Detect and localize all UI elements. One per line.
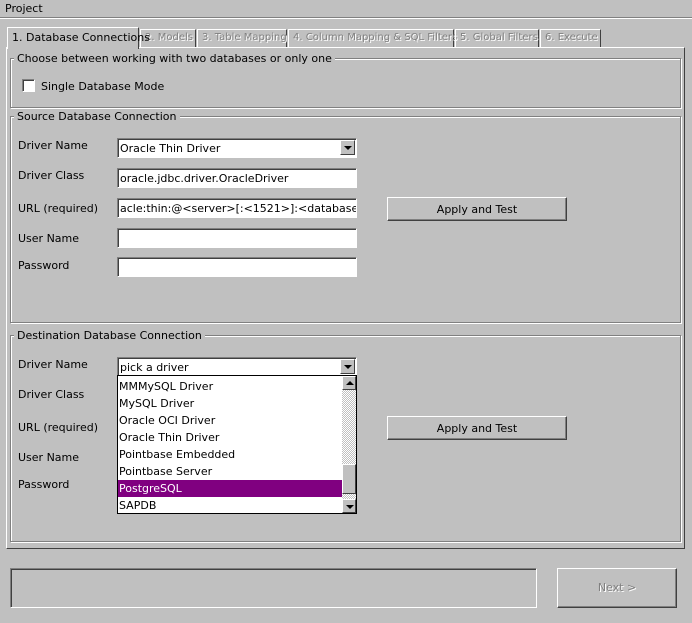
source-user-name-label: User Name: [18, 232, 80, 245]
destination-driver-name-label: Driver Name: [18, 358, 88, 371]
dropdown-option-pointbase-server[interactable]: Pointbase Server: [118, 463, 343, 480]
destination-driver-name-value: pick a driver: [120, 361, 189, 374]
source-driver-dropdown-button[interactable]: [340, 140, 355, 155]
destination-driver-name-select[interactable]: pick a driver: [117, 357, 357, 377]
single-database-mode-checkbox[interactable]: [22, 79, 35, 92]
tab-execute[interactable]: 6. Execute: [540, 29, 601, 48]
dropdown-option-oracle-oci-driver[interactable]: Oracle OCI Driver: [118, 412, 343, 429]
status-message-field: [10, 568, 537, 608]
destination-password-label: Password: [18, 478, 70, 491]
destination-driver-class-label: Driver Class: [18, 388, 85, 401]
dropdown-option-postgresql[interactable]: PostgreSQL: [118, 480, 343, 497]
chevron-up-icon: [346, 381, 354, 385]
dropdown-option-oracle-thin-driver[interactable]: Oracle Thin Driver: [118, 429, 343, 446]
menu-bar-divider: [0, 18, 692, 19]
source-driver-class-field[interactable]: oracle.jdbc.driver.OracleDriver: [117, 168, 357, 188]
scroll-up-button[interactable]: [342, 376, 356, 390]
destination-driver-dropdown-button[interactable]: [340, 359, 355, 374]
scroll-down-button[interactable]: [342, 499, 356, 513]
database-mode-group-title: Choose between working with two database…: [14, 52, 335, 65]
source-user-name-field[interactable]: [117, 228, 357, 248]
chevron-down-icon: [344, 146, 352, 150]
destination-user-name-label: User Name: [18, 451, 80, 464]
next-button[interactable]: Next >: [557, 568, 677, 608]
source-apply-and-test-button[interactable]: Apply and Test: [387, 197, 567, 221]
source-driver-name-select[interactable]: Oracle Thin Driver: [117, 138, 357, 158]
dropdown-option-mysql-driver[interactable]: MySQL Driver: [118, 395, 343, 412]
menu-bar: Project: [0, 0, 692, 18]
chevron-down-icon: [344, 365, 352, 369]
scrollbar-thumb[interactable]: [342, 464, 356, 494]
source-driver-name-value: Oracle Thin Driver: [120, 142, 221, 155]
source-driver-class-label: Driver Class: [18, 169, 85, 182]
source-connection-title: Source Database Connection: [14, 110, 180, 123]
destination-connection-title: Destination Database Connection: [14, 329, 205, 342]
source-url-field[interactable]: acle:thin:@<server>[:<1521>]:<database_n…: [117, 198, 357, 218]
tab-table-mapping[interactable]: 3. Table Mapping: [197, 29, 287, 48]
tab-database-connections[interactable]: 1. Database Connections: [7, 27, 150, 49]
dropdown-option-mmmysql-driver[interactable]: MMMySQL Driver: [118, 378, 343, 395]
source-url-label: URL (required): [18, 202, 98, 215]
dropdown-scrollbar[interactable]: [342, 376, 356, 513]
source-password-label: Password: [18, 259, 70, 272]
source-driver-name-label: Driver Name: [18, 139, 88, 152]
destination-apply-and-test-button[interactable]: Apply and Test: [387, 416, 567, 440]
dropdown-option-pointbase-embedded[interactable]: Pointbase Embedded: [118, 446, 343, 463]
tab-global-filters[interactable]: 5. Global Filters: [455, 29, 539, 48]
tab-column-mapping[interactable]: 4. Column Mapping & SQL Filters: [288, 29, 457, 48]
source-password-field[interactable]: [117, 257, 357, 277]
destination-url-label: URL (required): [18, 421, 98, 434]
destination-driver-dropdown-list[interactable]: MMMySQL Driver MySQL Driver Oracle OCI D…: [117, 375, 357, 514]
single-database-mode-label: Single Database Mode: [41, 80, 165, 93]
chevron-down-icon: [346, 505, 354, 509]
menu-project[interactable]: Project: [5, 2, 43, 15]
dropdown-option-sapdb[interactable]: SAPDB: [118, 497, 343, 514]
